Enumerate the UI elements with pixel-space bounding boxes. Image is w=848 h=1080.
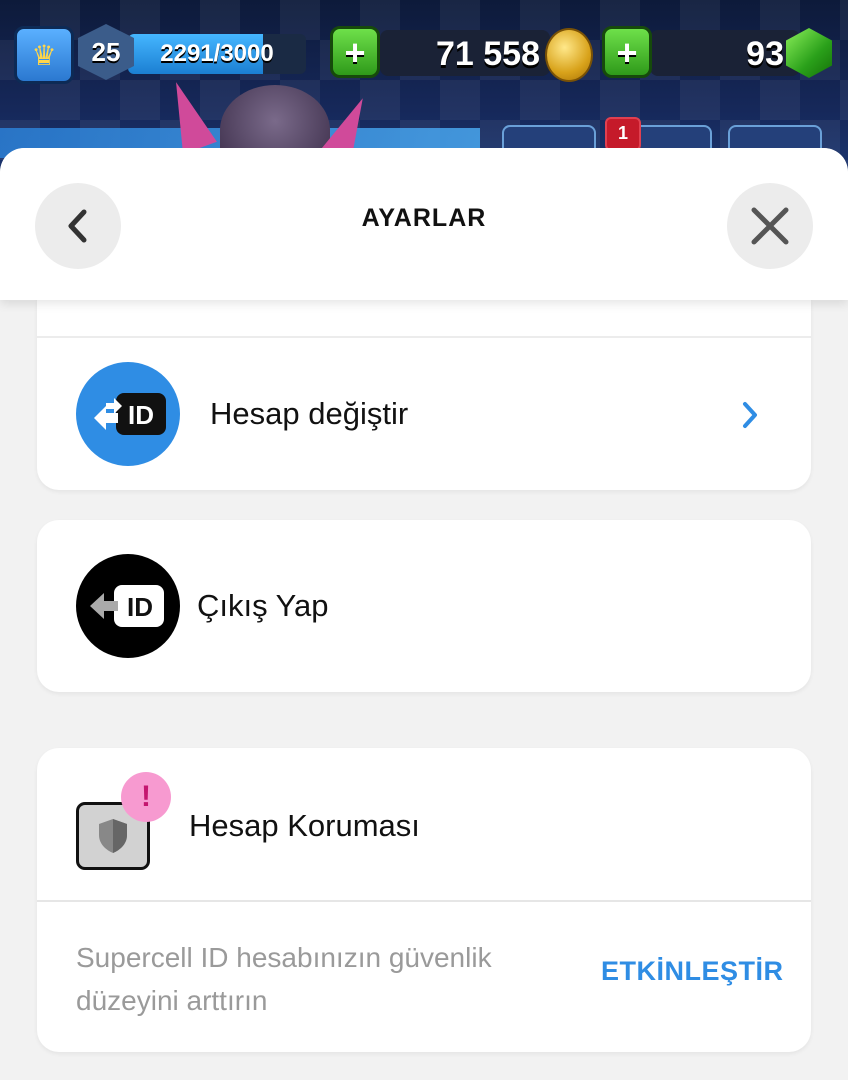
settings-sheet: AYARLAR ID Hesap değiştir ID Çıkış Yap !…	[0, 148, 848, 1080]
level-badge: 25	[78, 24, 134, 80]
add-gems-button[interactable]: +	[602, 26, 652, 78]
close-button[interactable]	[727, 183, 813, 269]
enable-protection-button[interactable]: ETKİNLEŞTİR	[601, 956, 784, 987]
xp-text: 2291/3000	[160, 40, 274, 67]
account-protection-title: Hesap Koruması	[189, 808, 420, 843]
switch-id-icon: ID	[76, 362, 180, 466]
gems-amount: 93	[746, 35, 784, 73]
notification-badge: 1	[605, 117, 641, 151]
add-gold-button[interactable]: +	[330, 26, 380, 78]
id-glyph: ID	[128, 400, 154, 430]
chevron-right-icon	[743, 402, 757, 428]
gold-amount: 71 558	[436, 35, 540, 73]
xp-bar[interactable]: 2291/3000	[128, 34, 306, 74]
card-divider	[37, 900, 811, 902]
row-divider	[37, 336, 811, 338]
id-glyph: ID	[127, 592, 153, 622]
logout-label: Çıkış Yap	[197, 588, 329, 623]
page-title: AYARLAR	[361, 204, 487, 232]
crown-icon[interactable]: ♛	[14, 26, 74, 84]
account-protection-description: Supercell ID hesabınızın güvenlik düzeyi…	[76, 942, 492, 1016]
account-protection-card: ! Hesap Koruması Supercell ID hesabınızı…	[37, 748, 811, 1052]
alert-badge: !	[121, 772, 171, 822]
logout-id-icon: ID	[76, 554, 180, 658]
top-hud: ♛ 2291/3000 25 + 71 558 + 93	[0, 22, 848, 84]
switch-account-row[interactable]: ID Hesap değiştir	[37, 298, 811, 490]
close-icon	[751, 207, 789, 245]
gold-coin-icon	[545, 28, 593, 82]
switch-account-label: Hesap değiştir	[210, 396, 409, 431]
sheet-header: AYARLAR	[0, 148, 848, 300]
logout-row[interactable]: ID Çıkış Yap	[37, 520, 811, 692]
